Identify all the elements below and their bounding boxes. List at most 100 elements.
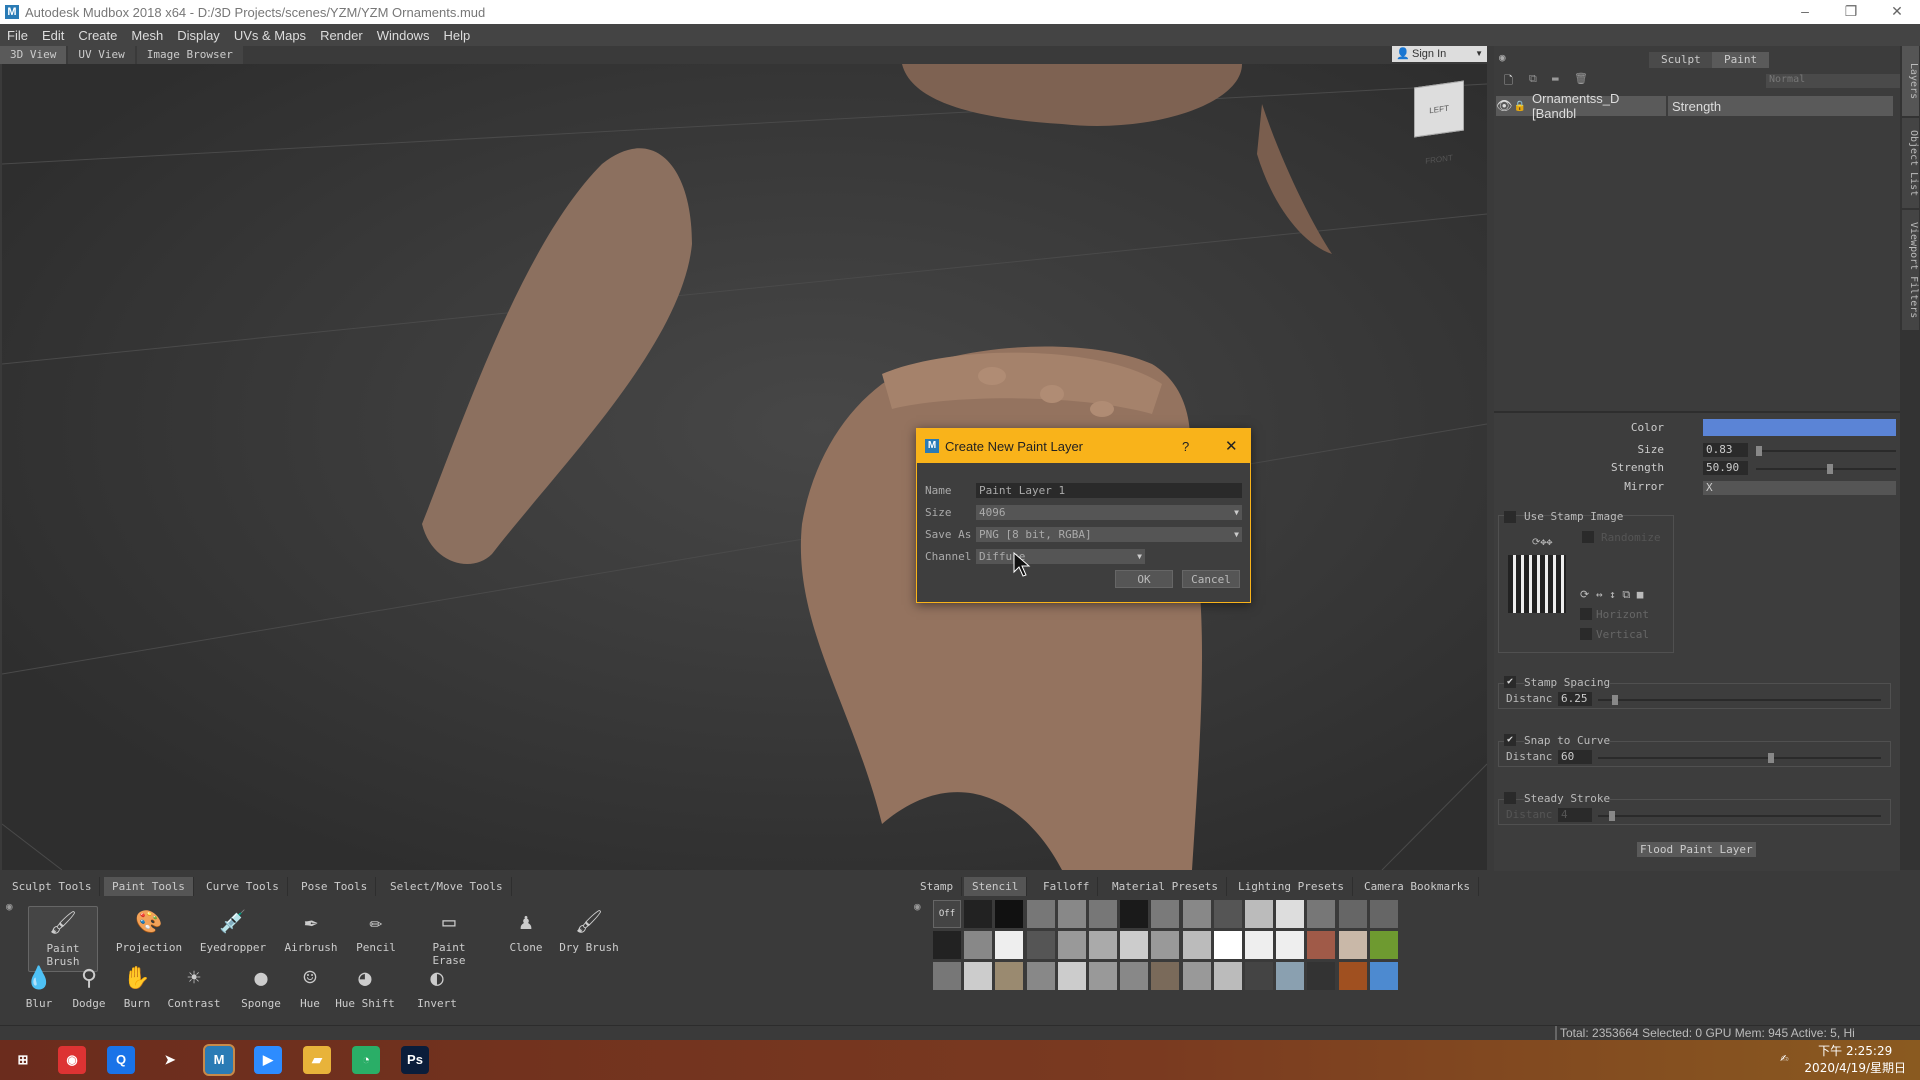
dialog-close-button[interactable]: ✕ <box>1225 437 1238 455</box>
menu-render[interactable]: Render <box>313 28 370 43</box>
duplicate-layer-icon[interactable]: ⧉ <box>1529 72 1537 86</box>
size-slider[interactable] <box>1756 446 1896 456</box>
stencil-thumbnail[interactable] <box>1182 962 1211 990</box>
slider-handle[interactable] <box>1827 464 1834 474</box>
snap-distance[interactable]: 60 <box>1558 750 1592 764</box>
tab-image-browser[interactable]: Image Browser <box>136 46 243 64</box>
taskbar-mudbox-icon[interactable]: M <box>203 1044 235 1076</box>
stencil-thumbnail[interactable] <box>995 900 1024 928</box>
tab-object-list[interactable]: Object List <box>1902 118 1919 208</box>
stencil-thumbnail[interactable] <box>1182 900 1211 928</box>
folder-icon[interactable]: ▬ <box>1552 72 1559 85</box>
stencil-thumbnail[interactable] <box>1369 962 1398 990</box>
taskbar-wechat-icon[interactable]: ◔ <box>352 1046 380 1074</box>
stencil-thumbnail[interactable] <box>1057 900 1086 928</box>
stencil-thumbnail[interactable] <box>1369 931 1398 959</box>
tab-sculpt-tools[interactable]: Sculpt Tools <box>4 877 101 896</box>
stencil-thumbnail[interactable] <box>1120 962 1149 990</box>
view-cube[interactable]: LEFT FRONT <box>1414 80 1464 166</box>
tab-uv-view[interactable]: UV View <box>68 46 135 64</box>
stamp-transform-icons[interactable]: ⟳ ↔ ↕ ⧉ ■ <box>1580 588 1643 602</box>
new-layer-icon[interactable]: 🗋 <box>1504 72 1513 91</box>
tab-select-move-tools[interactable]: Select/Move Tools <box>382 877 512 896</box>
tool-pencil[interactable]: ✏ Pencil <box>341 906 411 957</box>
stencil-thumbnail[interactable] <box>1276 900 1305 928</box>
tray-toggle-icon[interactable]: ◉ <box>6 900 13 913</box>
stencil-thumbnail[interactable] <box>1089 900 1117 928</box>
stencil-thumbnail[interactable] <box>995 931 1024 959</box>
lock-icon[interactable]: 🔒 <box>1512 101 1528 112</box>
panel-toggle-icon[interactable]: ◉ <box>1499 51 1506 64</box>
blend-mode-select[interactable]: Normal <box>1766 74 1901 88</box>
menu-display[interactable]: Display <box>170 28 227 43</box>
stamp-spacing-checkbox[interactable]: ✔ <box>1504 676 1516 688</box>
tab-viewport-filters[interactable]: Viewport Filters <box>1902 210 1919 330</box>
stencil-thumbnail[interactable] <box>1057 931 1086 959</box>
view-cube-left[interactable]: LEFT <box>1429 104 1448 116</box>
menu-file[interactable]: File <box>0 28 35 43</box>
stencil-thumbnail[interactable] <box>1026 962 1055 990</box>
3d-viewport[interactable]: LEFT FRONT <box>2 64 1487 870</box>
menu-mesh[interactable]: Mesh <box>124 28 170 43</box>
tool-hue-shift[interactable]: ◕ Hue Shift <box>330 962 400 1013</box>
ok-button[interactable]: OK <box>1115 570 1173 588</box>
size-select[interactable]: 4096 ▼ <box>976 505 1242 520</box>
stencil-thumbnail[interactable] <box>1120 931 1149 959</box>
stencil-thumbnail[interactable] <box>1089 962 1117 990</box>
tray-toggle-icon[interactable]: ◉ <box>914 900 921 913</box>
stamp-preview[interactable] <box>1508 555 1566 613</box>
slider-handle[interactable] <box>1756 446 1762 456</box>
taskbar-photoshop-icon[interactable]: Ps <box>401 1046 429 1074</box>
tool-airbrush[interactable]: ✒ Airbrush <box>276 906 346 957</box>
snap-to-curve-checkbox[interactable]: ✔ <box>1504 734 1516 746</box>
horizontal-checkbox[interactable] <box>1580 608 1592 620</box>
size-field[interactable]: 0.83 <box>1703 443 1748 457</box>
stencil-thumbnail[interactable] <box>1245 962 1273 990</box>
restore-button[interactable]: ❐ <box>1828 0 1874 24</box>
color-swatch[interactable] <box>1703 419 1896 436</box>
menu-help[interactable]: Help <box>436 28 477 43</box>
sign-in-dropdown[interactable]: 👤 Sign In ▼ <box>1392 46 1487 62</box>
menu-uvs-maps[interactable]: UVs & Maps <box>227 28 313 43</box>
delete-icon[interactable]: 🗑 <box>1574 72 1588 85</box>
tool-eyedropper[interactable]: 💉 Eyedropper <box>198 906 268 957</box>
stencil-thumbnail[interactable] <box>995 962 1024 990</box>
tab-paint[interactable]: Paint <box>1712 52 1770 68</box>
taskbar-chrome-icon[interactable]: ◉ <box>58 1046 86 1074</box>
taskbar-start-icon[interactable]: ⊞ <box>9 1046 37 1074</box>
dialog-title-bar[interactable]: M Create New Paint Layer ? ✕ <box>917 429 1250 463</box>
stencil-thumbnail[interactable] <box>1245 931 1273 959</box>
stencil-thumbnail[interactable] <box>1307 900 1336 928</box>
taskbar-zoom-icon[interactable]: ▶ <box>254 1046 282 1074</box>
layer-name[interactable]: Ornamentss_D [Bandbl <box>1528 91 1668 121</box>
tab-curve-tools[interactable]: Curve Tools <box>198 877 288 896</box>
tool-dry-brush[interactable]: 🖌 Dry Brush <box>554 906 624 957</box>
stencil-thumbnail[interactable] <box>1026 931 1055 959</box>
name-input[interactable]: Paint Layer 1 <box>976 483 1242 498</box>
use-stamp-checkbox[interactable] <box>1504 511 1516 523</box>
tool-clone[interactable]: ♟ Clone <box>491 906 561 957</box>
pen-icon[interactable]: ✍ <box>1780 1050 1788 1066</box>
mirror-select[interactable]: X <box>1703 481 1896 495</box>
steady-slider[interactable] <box>1598 811 1881 821</box>
flood-paint-layer-button[interactable]: Flood Paint Layer <box>1637 842 1756 857</box>
tool-projection[interactable]: 🎨 Projection <box>114 906 184 957</box>
tool-invert[interactable]: ◐ Invert <box>402 962 472 1013</box>
stencil-thumbnail[interactable] <box>1057 962 1086 990</box>
stencil-thumbnail[interactable] <box>1213 900 1242 928</box>
minimize-button[interactable]: – <box>1782 0 1828 24</box>
stencil-thumbnail[interactable] <box>1369 900 1398 928</box>
stencil-thumbnail[interactable] <box>1338 900 1367 928</box>
save-as-select[interactable]: PNG [8 bit, RGBA] ▼ <box>976 527 1242 542</box>
stencil-thumbnail[interactable] <box>1026 900 1055 928</box>
stencil-thumbnail[interactable] <box>1151 931 1180 959</box>
clock[interactable]: 下午 2:25:29 2020/4/19/星期日 <box>1804 1043 1906 1077</box>
taskbar-browser-icon[interactable]: Q <box>107 1046 135 1074</box>
taskbar-explorer-icon[interactable]: ▰ <box>303 1046 331 1074</box>
stencil-thumbnail[interactable] <box>1182 931 1211 959</box>
randomize-checkbox[interactable] <box>1582 531 1594 543</box>
stencil-thumbnail[interactable] <box>1089 931 1117 959</box>
vertical-checkbox[interactable] <box>1580 628 1592 640</box>
stencil-thumbnail[interactable] <box>1276 962 1305 990</box>
menu-windows[interactable]: Windows <box>370 28 437 43</box>
